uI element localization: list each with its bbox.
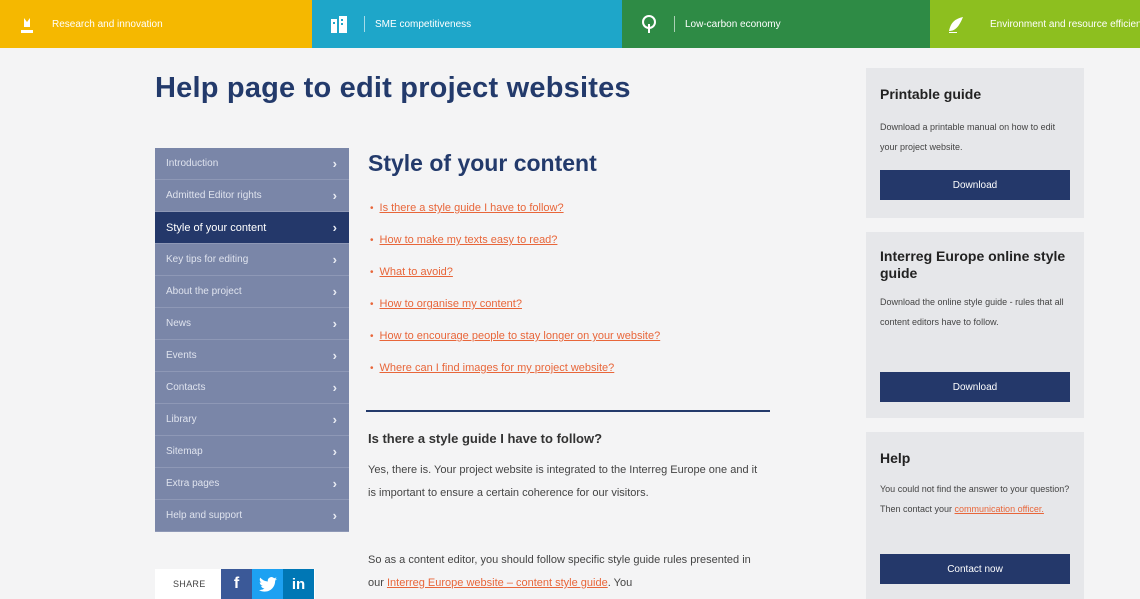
buildings-icon xyxy=(328,13,350,35)
card-title: Interreg Europe online style guide xyxy=(880,248,1066,281)
toc-link[interactable]: How to organise my content? xyxy=(380,298,522,311)
sidebar-item[interactable]: Events › xyxy=(155,340,349,372)
theme-label: SME competitiveness xyxy=(375,18,472,30)
sidebar-item[interactable]: Introduction › xyxy=(155,148,349,180)
theme-tab[interactable]: SME competitiveness xyxy=(312,0,622,48)
bullet-icon: • xyxy=(370,363,374,374)
sidebar-item[interactable]: Help and support › xyxy=(155,500,349,532)
chevron-right-icon: › xyxy=(332,220,337,235)
paragraph-text-end: . You xyxy=(607,577,633,589)
contact-now-button[interactable]: Contact now xyxy=(880,554,1070,584)
card-text: You could not find the answer to your qu… xyxy=(880,479,1070,519)
chevron-right-icon: › xyxy=(332,348,337,363)
lightbulb-icon xyxy=(16,13,38,35)
toc-item: • How to organise my content? xyxy=(370,298,660,330)
sidebar-item[interactable]: Key tips for editing › xyxy=(155,244,349,276)
bullet-icon: • xyxy=(370,235,374,246)
theme-label: Environment and resource efficiency xyxy=(990,18,1140,30)
table-of-contents: • Is there a style guide I have to follow… xyxy=(370,202,660,394)
leaf-icon xyxy=(946,13,966,35)
sidebar-item-label: Events xyxy=(166,350,197,361)
section-divider xyxy=(366,410,770,412)
sidebar-nav: Introduction › Admitted Editor rights › Styl… xyxy=(155,148,349,532)
sidebar-item-label: About the project xyxy=(166,286,242,297)
sidebar-item[interactable]: Contacts › xyxy=(155,372,349,404)
card-title: Help xyxy=(880,450,911,466)
toc-link[interactable]: Where can I find images for my project w… xyxy=(380,362,615,375)
theme-label: Research and innovation xyxy=(52,18,163,30)
theme-tab[interactable]: Low-carbon economy xyxy=(622,0,930,48)
chevron-right-icon: › xyxy=(332,316,337,331)
share-bar: SHARE f in xyxy=(155,569,315,599)
sidebar-item-label: Extra pages xyxy=(166,478,220,489)
sidebar-item-label: Help and support xyxy=(166,510,243,521)
sidebar-item-label: Library xyxy=(166,414,197,425)
content-title: Style of your content xyxy=(368,150,597,176)
tree-icon xyxy=(638,13,660,35)
sidebar-item[interactable]: News › xyxy=(155,308,349,340)
help-card: Help You could not find the answer to yo… xyxy=(866,432,1084,599)
sidebar-item-label: Sitemap xyxy=(166,446,203,457)
card-title: Printable guide xyxy=(880,86,982,102)
toc-item: • How to encourage people to stay longer … xyxy=(370,330,660,362)
toc-item: • What to avoid? xyxy=(370,266,660,298)
sidebar-item-label: News xyxy=(166,318,192,329)
sidebar-item[interactable]: Extra pages › xyxy=(155,468,349,500)
toc-item: • Is there a style guide I have to follow… xyxy=(370,202,660,234)
theme-tab[interactable]: Environment and resource efficiency xyxy=(930,0,1140,48)
sidebar-item-label: Contacts xyxy=(166,382,206,393)
sidebar-item[interactable]: Admitted Editor rights › xyxy=(155,180,349,212)
theme-bar: Research and innovation SME competitivene… xyxy=(0,0,1140,48)
sidebar-item[interactable]: Sitemap › xyxy=(155,436,349,468)
sidebar-item-label: Admitted Editor rights xyxy=(166,190,262,201)
toc-item: • How to make my texts easy to read? xyxy=(370,234,660,266)
toc-link[interactable]: What to avoid? xyxy=(380,266,453,279)
sidebar-item[interactable]: About the project › xyxy=(155,276,349,308)
card-text: Download the online style guide - rules … xyxy=(880,297,1064,327)
toc-link[interactable]: How to make my texts easy to read? xyxy=(380,234,558,247)
twitter-icon[interactable] xyxy=(252,569,283,599)
sidebar-item[interactable]: Library › xyxy=(155,404,349,436)
sidebar-item-label: Key tips for editing xyxy=(166,254,249,265)
bullet-icon: • xyxy=(370,331,374,342)
bullet-icon: • xyxy=(370,267,374,278)
chevron-right-icon: › xyxy=(332,156,337,171)
sidebar-item-label: Style of your content xyxy=(166,221,267,234)
card-text: Download a printable manual on how to ed… xyxy=(880,122,1056,152)
printable-guide-card: Printable guide Download a printable man… xyxy=(866,68,1084,218)
toc-link[interactable]: Is there a style guide I have to follow? xyxy=(380,202,564,215)
divider xyxy=(674,16,675,32)
chevron-right-icon: › xyxy=(332,476,337,491)
toc-link[interactable]: How to encourage people to stay longer o… xyxy=(380,330,661,343)
chevron-right-icon: › xyxy=(332,508,337,523)
page-title: Help page to edit project websites xyxy=(155,72,631,104)
chevron-right-icon: › xyxy=(332,380,337,395)
paragraph-style-guide: So as a content editor, you should follo… xyxy=(368,549,768,595)
bullet-icon: • xyxy=(370,299,374,310)
paragraph-intro: Yes, there is. Your project website is i… xyxy=(368,464,758,499)
share-label: SHARE xyxy=(173,579,206,589)
download-printable-button[interactable]: Download xyxy=(880,170,1070,200)
section-heading: Is there a style guide I have to follow? xyxy=(368,431,603,446)
toc-item: • Where can I find images for my project … xyxy=(370,362,660,394)
chevron-right-icon: › xyxy=(332,412,337,427)
chevron-right-icon: › xyxy=(332,444,337,459)
style-guide-link[interactable]: Interreg Europe website – content style … xyxy=(387,577,608,589)
communication-officer-link[interactable]: communication officer. xyxy=(955,504,1044,514)
chevron-right-icon: › xyxy=(332,252,337,267)
style-guide-card: Interreg Europe online style guide Downl… xyxy=(866,232,1084,418)
bullet-icon: • xyxy=(370,203,374,214)
download-style-guide-button[interactable]: Download xyxy=(880,372,1070,402)
divider xyxy=(364,16,365,32)
chevron-right-icon: › xyxy=(332,284,337,299)
sidebar-item-label: Introduction xyxy=(166,158,219,169)
theme-label: Low-carbon economy xyxy=(685,18,781,30)
linkedin-icon[interactable]: in xyxy=(283,569,314,599)
sidebar-item[interactable]: Style of your content › xyxy=(155,212,349,244)
theme-tab[interactable]: Research and innovation xyxy=(0,0,312,48)
chevron-right-icon: › xyxy=(332,188,337,203)
facebook-icon[interactable]: f xyxy=(221,569,252,599)
